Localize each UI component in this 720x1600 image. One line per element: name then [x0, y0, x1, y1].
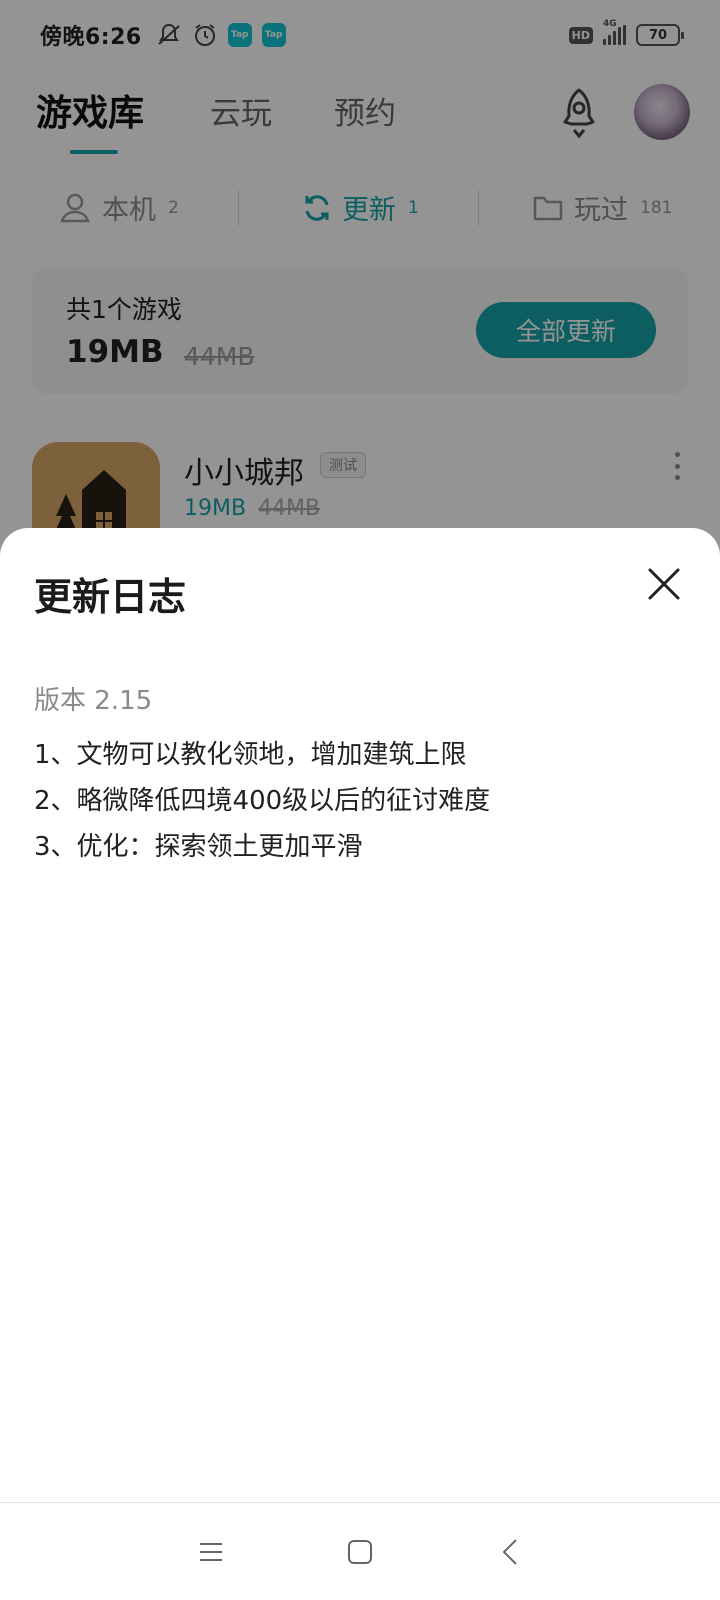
update-log-sheet: 更新日志 版本 2.15 1、文物可以教化领地，增加建筑上限 2、略微降低四境4… — [0, 528, 720, 1502]
changelog-item: 1、文物可以教化领地，增加建筑上限 — [34, 740, 467, 770]
version-label: 版本 2.15 — [34, 686, 153, 716]
sheet-title: 更新日志 — [34, 575, 187, 619]
close-icon[interactable] — [646, 566, 682, 602]
changelog-item: 2、略微降低四境400级以后的征讨难度 — [34, 786, 491, 816]
menu-icon[interactable] — [194, 1535, 228, 1569]
back-icon[interactable] — [494, 1535, 528, 1569]
changelog-item: 3、优化：探索领土更加平滑 — [34, 832, 363, 862]
changelog-list: 1、文物可以教化领地，增加建筑上限 2、略微降低四境400级以后的征讨难度 3、… — [34, 732, 684, 870]
home-icon[interactable] — [343, 1535, 377, 1569]
system-navigation-bar — [0, 1502, 720, 1600]
